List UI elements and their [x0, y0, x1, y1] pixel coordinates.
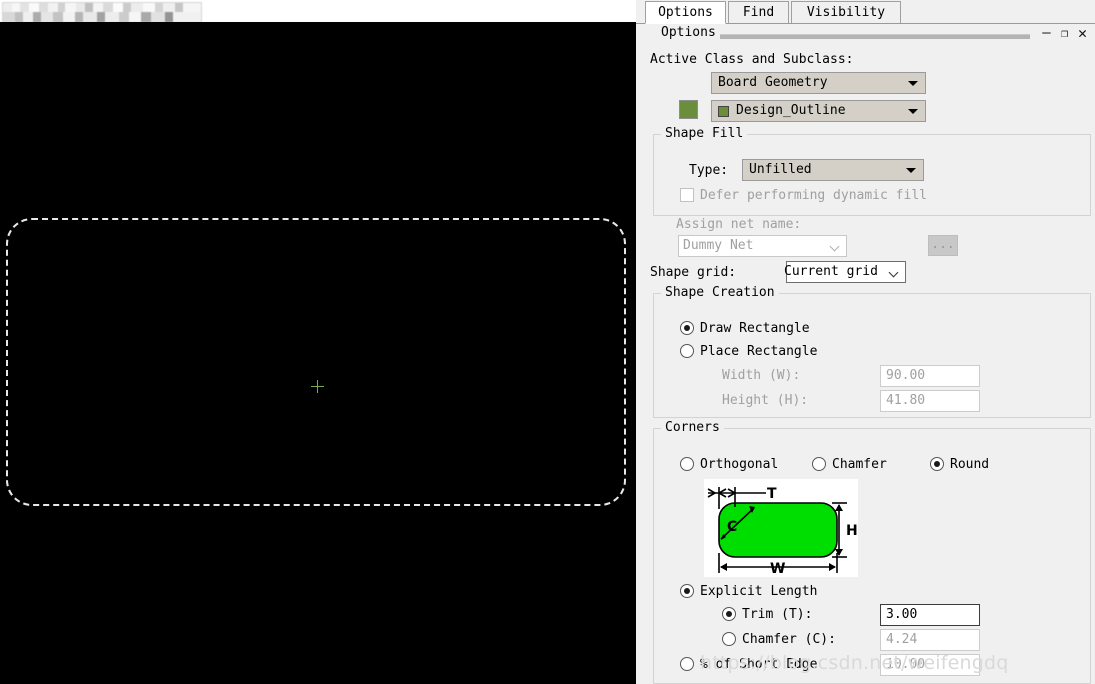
percent-short-edge-input[interactable]: 10.00: [880, 654, 980, 676]
subclass-swatch-icon: [718, 106, 729, 117]
chevron-down-icon: [906, 168, 916, 173]
height-label: Height (H):: [722, 393, 809, 408]
round-corner-label: Round: [950, 457, 990, 472]
fill-type-value: Unfilled: [749, 162, 812, 177]
options-panel: Options Find Visibility Options — ❐ ✕ Ac…: [636, 0, 1095, 684]
tab-options[interactable]: Options: [645, 1, 726, 24]
corners-group-title: Corners: [661, 420, 724, 435]
panel-titlebar: Options: [636, 23, 1095, 45]
titlebar-divider: [720, 34, 1030, 39]
origin-crosshair-icon: [311, 380, 324, 393]
shape-grid-value: Current grid: [784, 264, 878, 279]
chevron-down-icon: [890, 268, 899, 277]
net-browse-button[interactable]: ...: [928, 235, 958, 256]
explicit-length-radio[interactable]: [680, 584, 694, 598]
percent-short-edge-radio[interactable]: [680, 657, 694, 671]
design-canvas[interactable]: [0, 0, 636, 684]
defer-dynamic-fill-label: Defer performing dynamic fill: [700, 188, 927, 203]
orthogonal-radio[interactable]: [680, 457, 694, 471]
percent-short-edge-label: % of Short Edge: [700, 657, 818, 672]
defer-dynamic-fill-checkbox[interactable]: [680, 188, 694, 202]
explicit-length-label: Explicit Length: [700, 584, 818, 599]
svg-text:W: W: [770, 561, 785, 577]
tab-visibility[interactable]: Visibility: [791, 1, 901, 23]
chamfer-corner-label: Chamfer: [832, 457, 887, 472]
subclass-color-swatch[interactable]: [679, 100, 698, 119]
svg-text:H: H: [846, 523, 858, 539]
panel-tab-strip: Options Find Visibility: [636, 0, 1095, 24]
tab-find[interactable]: Find: [728, 1, 789, 23]
active-class-combo[interactable]: Board Geometry: [711, 72, 926, 94]
draw-rectangle-label: Draw Rectangle: [700, 321, 810, 336]
fill-type-combo[interactable]: Unfilled: [742, 159, 924, 181]
height-input[interactable]: 41.80: [880, 390, 980, 412]
svg-text:C: C: [727, 519, 737, 535]
width-label: Width (W):: [722, 368, 801, 383]
orthogonal-label: Orthogonal: [700, 457, 779, 472]
chamfer-label: Chamfer (C):: [742, 632, 836, 647]
shape-fill-group-title: Shape Fill: [661, 126, 748, 141]
blurred-content: [2, 2, 202, 23]
chamfer-corner-radio[interactable]: [812, 457, 826, 471]
minimize-button[interactable]: —: [1038, 23, 1055, 43]
net-name-combo[interactable]: Dummy Net: [678, 235, 847, 257]
shape-creation-group-title: Shape Creation: [661, 285, 779, 300]
chevron-down-icon: [908, 81, 918, 86]
net-name-value: Dummy Net: [683, 238, 754, 253]
chevron-down-icon: [831, 242, 840, 251]
board-outline-shape[interactable]: [6, 218, 626, 506]
active-class-value: Board Geometry: [718, 75, 828, 90]
draw-rectangle-radio[interactable]: [680, 321, 694, 335]
shape-grid-combo[interactable]: Current grid: [784, 261, 906, 283]
round-corner-radio[interactable]: [930, 457, 944, 471]
chamfer-radio[interactable]: [722, 632, 736, 646]
trim-label: Trim (T):: [742, 607, 813, 622]
close-button[interactable]: ✕: [1074, 23, 1091, 43]
trim-radio[interactable]: [722, 607, 736, 621]
restore-button[interactable]: ❐: [1056, 23, 1073, 43]
active-subclass-combo[interactable]: Design_Outline: [711, 100, 926, 122]
chamfer-input[interactable]: 4.24: [880, 629, 980, 651]
rounded-corner-diagram: T C H W: [704, 479, 858, 577]
fill-type-label: Type:: [689, 163, 729, 178]
assign-net-name-label: Assign net name:: [676, 217, 802, 232]
chevron-down-icon: [908, 109, 918, 114]
panel-title: Options: [661, 25, 716, 40]
shape-grid-label: Shape grid:: [650, 265, 737, 280]
canvas-viewport[interactable]: [0, 22, 636, 684]
trim-input[interactable]: 3.00: [880, 604, 980, 626]
place-rectangle-label: Place Rectangle: [700, 344, 818, 359]
width-input[interactable]: 90.00: [880, 365, 980, 387]
active-subclass-value: Design_Outline: [736, 103, 846, 118]
place-rectangle-radio[interactable]: [680, 344, 694, 358]
active-class-label: Active Class and Subclass:: [650, 52, 854, 67]
svg-text:T: T: [767, 486, 777, 502]
blurred-toolbar-strip: [0, 0, 636, 23]
